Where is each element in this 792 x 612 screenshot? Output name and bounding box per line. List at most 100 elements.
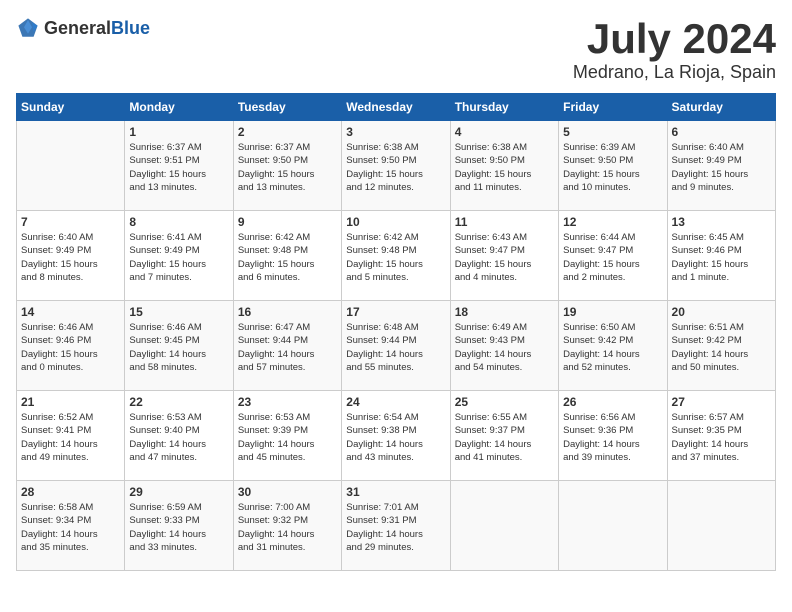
day-number: 10	[346, 215, 445, 229]
calendar-cell: 18 Sunrise: 6:49 AM Sunset: 9:43 PM Dayli…	[450, 301, 558, 391]
calendar-cell: 26 Sunrise: 6:56 AM Sunset: 9:36 PM Dayli…	[559, 391, 667, 481]
calendar-body: 1 Sunrise: 6:37 AM Sunset: 9:51 PM Daylig…	[17, 121, 776, 571]
calendar-cell: 4 Sunrise: 6:38 AM Sunset: 9:50 PM Daylig…	[450, 121, 558, 211]
day-number: 14	[21, 305, 120, 319]
cell-content: Sunrise: 6:54 AM Sunset: 9:38 PM Dayligh…	[346, 411, 445, 464]
calendar-cell: 8 Sunrise: 6:41 AM Sunset: 9:49 PM Daylig…	[125, 211, 233, 301]
day-number: 31	[346, 485, 445, 499]
day-number: 3	[346, 125, 445, 139]
calendar-cell: 21 Sunrise: 6:52 AM Sunset: 9:41 PM Dayli…	[17, 391, 125, 481]
calendar-week-row: 1 Sunrise: 6:37 AM Sunset: 9:51 PM Daylig…	[17, 121, 776, 211]
header-monday: Monday	[125, 94, 233, 121]
day-number: 2	[238, 125, 337, 139]
logo-blue-text: Blue	[111, 18, 150, 39]
calendar-cell: 29Sunrise: 6:59 AM Sunset: 9:33 PM Dayli…	[125, 481, 233, 571]
calendar-cell: 14 Sunrise: 6:46 AM Sunset: 9:46 PM Dayli…	[17, 301, 125, 391]
location-subtitle: Medrano, La Rioja, Spain	[573, 62, 776, 83]
calendar-cell: 1 Sunrise: 6:37 AM Sunset: 9:51 PM Daylig…	[125, 121, 233, 211]
day-number: 13	[672, 215, 771, 229]
day-number: 28	[21, 485, 120, 499]
title-area: July 2024 Medrano, La Rioja, Spain	[573, 16, 776, 83]
day-number: 25	[455, 395, 554, 409]
month-year-title: July 2024	[573, 16, 776, 62]
cell-content: Sunrise: 6:46 AM Sunset: 9:46 PM Dayligh…	[21, 321, 120, 374]
cell-content: Sunrise: 6:55 AM Sunset: 9:37 PM Dayligh…	[455, 411, 554, 464]
day-number: 30	[238, 485, 337, 499]
cell-content: Sunrise: 6:39 AM Sunset: 9:50 PM Dayligh…	[563, 141, 662, 194]
header-saturday: Saturday	[667, 94, 775, 121]
day-number: 22	[129, 395, 228, 409]
cell-content: Sunrise: 6:58 AM Sunset: 9:34 PM Dayligh…	[21, 501, 120, 554]
calendar-cell	[559, 481, 667, 571]
calendar-cell	[450, 481, 558, 571]
cell-content: Sunrise: 6:40 AM Sunset: 9:49 PM Dayligh…	[672, 141, 771, 194]
calendar-cell: 31 Sunrise: 7:01 AM Sunset: 9:31 PM Dayli…	[342, 481, 450, 571]
day-number: 11	[455, 215, 554, 229]
calendar-cell: 11Sunrise: 6:43 AM Sunset: 9:47 PM Dayli…	[450, 211, 558, 301]
calendar-cell: 19 Sunrise: 6:50 AM Sunset: 9:42 PM Dayli…	[559, 301, 667, 391]
cell-content: Sunrise: 6:51 AM Sunset: 9:42 PM Dayligh…	[672, 321, 771, 374]
cell-content: Sunrise: 6:41 AM Sunset: 9:49 PM Dayligh…	[129, 231, 228, 284]
cell-content: Sunrise: 7:00 AM Sunset: 9:32 PM Dayligh…	[238, 501, 337, 554]
cell-content: Sunrise: 6:37 AM Sunset: 9:51 PM Dayligh…	[129, 141, 228, 194]
cell-content: Sunrise: 6:42 AM Sunset: 9:48 PM Dayligh…	[238, 231, 337, 284]
cell-content: Sunrise: 6:42 AM Sunset: 9:48 PM Dayligh…	[346, 231, 445, 284]
day-number: 17	[346, 305, 445, 319]
cell-content: Sunrise: 6:40 AM Sunset: 9:49 PM Dayligh…	[21, 231, 120, 284]
cell-content: Sunrise: 7:01 AM Sunset: 9:31 PM Dayligh…	[346, 501, 445, 554]
cell-content: Sunrise: 6:50 AM Sunset: 9:42 PM Dayligh…	[563, 321, 662, 374]
calendar-cell: 7 Sunrise: 6:40 AM Sunset: 9:49 PM Daylig…	[17, 211, 125, 301]
calendar-cell: 3 Sunrise: 6:38 AM Sunset: 9:50 PM Daylig…	[342, 121, 450, 211]
calendar-cell: 10 Sunrise: 6:42 AM Sunset: 9:48 PM Dayli…	[342, 211, 450, 301]
cell-content: Sunrise: 6:52 AM Sunset: 9:41 PM Dayligh…	[21, 411, 120, 464]
cell-content: Sunrise: 6:48 AM Sunset: 9:44 PM Dayligh…	[346, 321, 445, 374]
calendar-cell: 28 Sunrise: 6:58 AM Sunset: 9:34 PM Dayli…	[17, 481, 125, 571]
cell-content: Sunrise: 6:37 AM Sunset: 9:50 PM Dayligh…	[238, 141, 337, 194]
calendar-cell: 24Sunrise: 6:54 AM Sunset: 9:38 PM Dayli…	[342, 391, 450, 481]
cell-content: Sunrise: 6:53 AM Sunset: 9:39 PM Dayligh…	[238, 411, 337, 464]
logo-icon	[16, 16, 40, 40]
calendar-cell: 20 Sunrise: 6:51 AM Sunset: 9:42 PM Dayli…	[667, 301, 775, 391]
calendar-cell: 16 Sunrise: 6:47 AM Sunset: 9:44 PM Dayli…	[233, 301, 341, 391]
calendar-week-row: 21 Sunrise: 6:52 AM Sunset: 9:41 PM Dayli…	[17, 391, 776, 481]
cell-content: Sunrise: 6:47 AM Sunset: 9:44 PM Dayligh…	[238, 321, 337, 374]
calendar-cell	[17, 121, 125, 211]
cell-content: Sunrise: 6:57 AM Sunset: 9:35 PM Dayligh…	[672, 411, 771, 464]
calendar-cell: 9Sunrise: 6:42 AM Sunset: 9:48 PM Daylig…	[233, 211, 341, 301]
day-number: 27	[672, 395, 771, 409]
calendar-table: SundayMondayTuesdayWednesdayThursdayFrid…	[16, 93, 776, 571]
calendar-cell: 5 Sunrise: 6:39 AM Sunset: 9:50 PM Daylig…	[559, 121, 667, 211]
day-number: 16	[238, 305, 337, 319]
header-sunday: Sunday	[17, 94, 125, 121]
cell-content: Sunrise: 6:44 AM Sunset: 9:47 PM Dayligh…	[563, 231, 662, 284]
calendar-cell: 25 Sunrise: 6:55 AM Sunset: 9:37 PM Dayli…	[450, 391, 558, 481]
day-number: 6	[672, 125, 771, 139]
day-number: 8	[129, 215, 228, 229]
day-number: 20	[672, 305, 771, 319]
day-number: 4	[455, 125, 554, 139]
calendar-cell: 2 Sunrise: 6:37 AM Sunset: 9:50 PM Daylig…	[233, 121, 341, 211]
cell-content: Sunrise: 6:38 AM Sunset: 9:50 PM Dayligh…	[455, 141, 554, 194]
day-number: 23	[238, 395, 337, 409]
day-number: 21	[21, 395, 120, 409]
day-number: 26	[563, 395, 662, 409]
calendar-header: SundayMondayTuesdayWednesdayThursdayFrid…	[17, 94, 776, 121]
cell-content: Sunrise: 6:45 AM Sunset: 9:46 PM Dayligh…	[672, 231, 771, 284]
cell-content: Sunrise: 6:46 AM Sunset: 9:45 PM Dayligh…	[129, 321, 228, 374]
header-friday: Friday	[559, 94, 667, 121]
calendar-cell: 27 Sunrise: 6:57 AM Sunset: 9:35 PM Dayli…	[667, 391, 775, 481]
calendar-week-row: 7 Sunrise: 6:40 AM Sunset: 9:49 PM Daylig…	[17, 211, 776, 301]
cell-content: Sunrise: 6:38 AM Sunset: 9:50 PM Dayligh…	[346, 141, 445, 194]
calendar-cell: 13 Sunrise: 6:45 AM Sunset: 9:46 PM Dayli…	[667, 211, 775, 301]
day-number: 19	[563, 305, 662, 319]
day-number: 18	[455, 305, 554, 319]
page-header: General Blue July 2024 Medrano, La Rioja…	[16, 16, 776, 83]
calendar-cell	[667, 481, 775, 571]
cell-content: Sunrise: 6:49 AM Sunset: 9:43 PM Dayligh…	[455, 321, 554, 374]
cell-content: Sunrise: 6:53 AM Sunset: 9:40 PM Dayligh…	[129, 411, 228, 464]
day-number: 1	[129, 125, 228, 139]
day-number: 5	[563, 125, 662, 139]
day-number: 29	[129, 485, 228, 499]
cell-content: Sunrise: 6:56 AM Sunset: 9:36 PM Dayligh…	[563, 411, 662, 464]
day-number: 7	[21, 215, 120, 229]
